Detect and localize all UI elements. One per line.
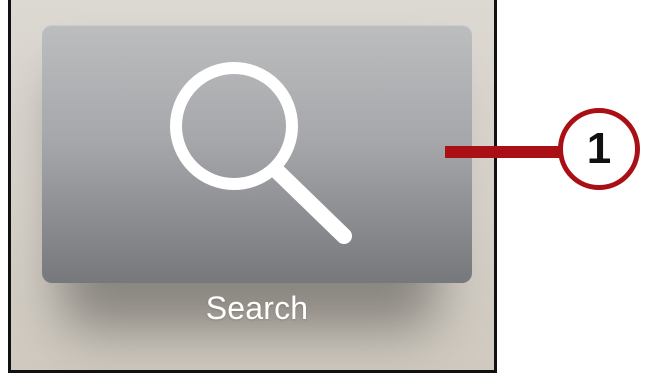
callout-line: [445, 146, 565, 158]
search-icon: [170, 62, 352, 244]
screen-frame: Search: [8, 0, 497, 373]
tile-label: Search: [205, 290, 309, 326]
callout-badge: 1: [558, 108, 640, 190]
callout-number: 1: [586, 124, 612, 173]
